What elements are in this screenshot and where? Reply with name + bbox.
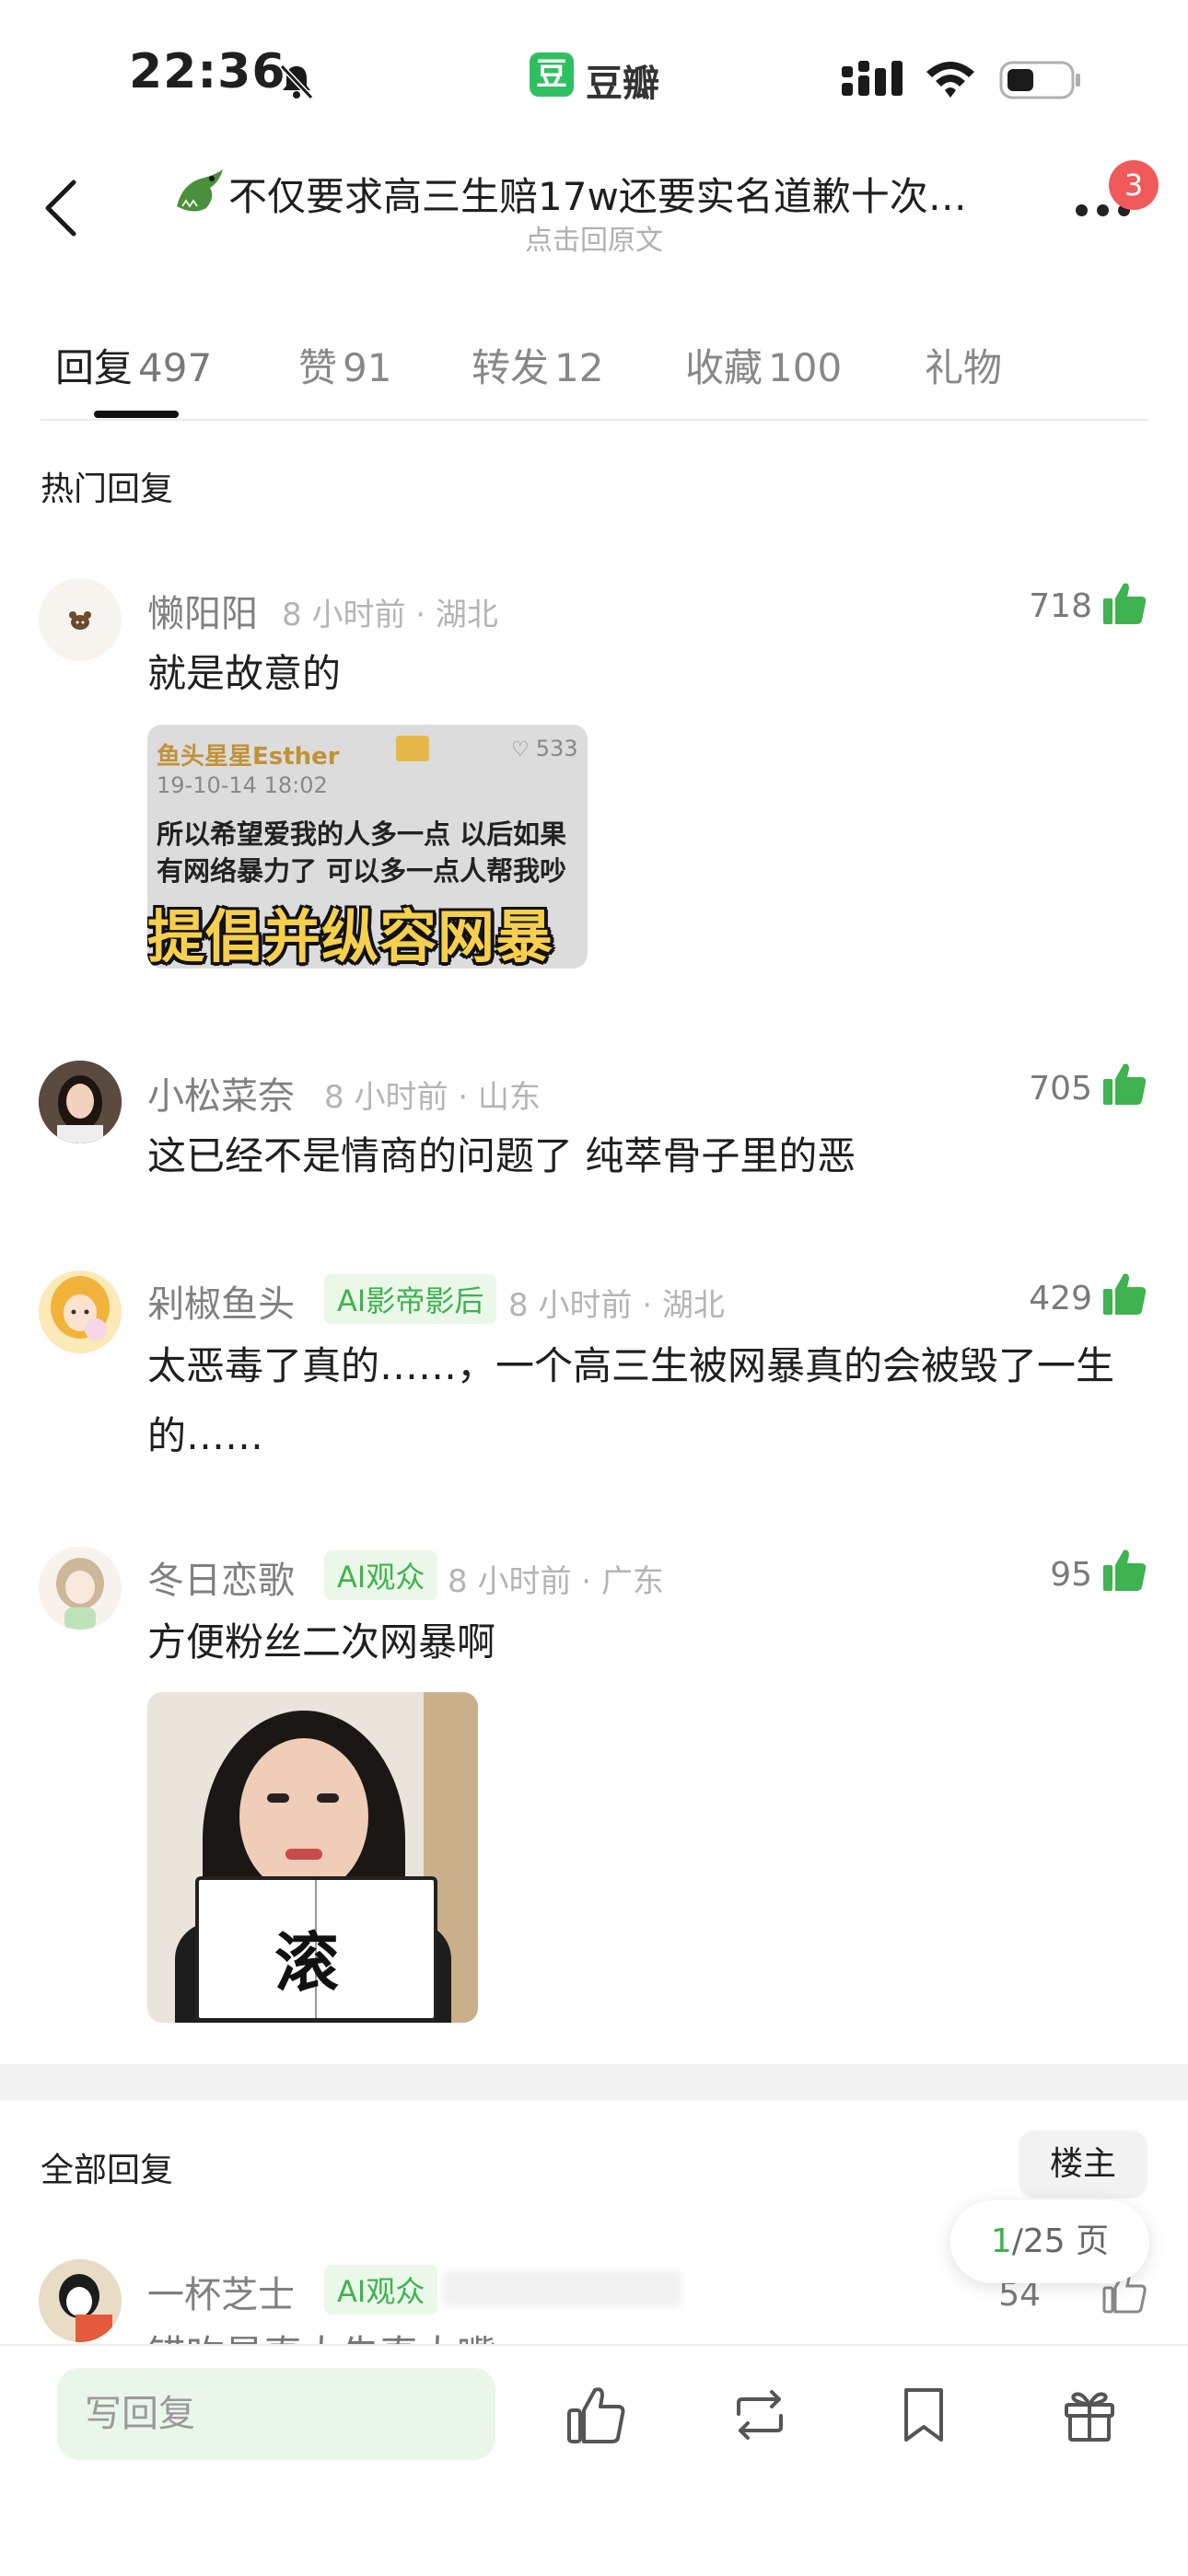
- tab-label: 转发: [472, 345, 550, 390]
- like-count: 429: [1029, 1280, 1092, 1317]
- only-op-button[interactable]: 楼主: [1019, 2130, 1147, 2199]
- tab-replies[interactable]: 回复 497: [55, 337, 212, 393]
- comment-author[interactable]: 一杯芝士: [147, 2265, 295, 2318]
- tab-collections[interactable]: 收藏 100: [685, 337, 842, 393]
- tab-count: 91: [343, 345, 392, 390]
- book: 滚: [195, 1876, 437, 2022]
- comment-meta: 8 小时前 · 广东: [448, 1563, 664, 1600]
- repost-icon[interactable]: [728, 2383, 792, 2447]
- image-text: ♡ 533: [511, 736, 578, 761]
- comment-meta: 8 小时前 · 湖北: [508, 1287, 725, 1324]
- like-count: 718: [1029, 587, 1092, 625]
- notification-badge: 3: [1109, 160, 1159, 210]
- avatar[interactable]: [39, 1271, 122, 1353]
- image-text: 19-10-14 18:02: [157, 772, 328, 798]
- comment-text-partial: 错吹是真大先真大嘴: [147, 2320, 495, 2344]
- tab-label: 收藏: [685, 345, 763, 390]
- thumbs-up-icon[interactable]: [1101, 1547, 1147, 1593]
- blurred-meta: [442, 2270, 681, 2307]
- avatar[interactable]: [39, 2259, 122, 2342]
- active-tab-indicator: [94, 411, 179, 418]
- tab-gifts[interactable]: 礼物: [925, 337, 1002, 393]
- tab-likes[interactable]: 赞 91: [298, 337, 391, 393]
- comment-image-meme[interactable]: 滚: [147, 1692, 478, 2023]
- tab-count: 497: [138, 345, 213, 390]
- divider: [41, 419, 1147, 421]
- like-count: 95: [1050, 1556, 1092, 1594]
- comment-author[interactable]: 剁椒鱼头: [147, 1274, 295, 1328]
- user-title-tag: AI观众: [324, 2265, 438, 2315]
- page-indicator[interactable]: 1/25 页: [950, 2200, 1149, 2283]
- post-title[interactable]: 不仅要求高三生赔17w还要实名道歉十次…: [228, 166, 1020, 222]
- comment-author[interactable]: 冬日恋歌: [147, 1550, 295, 1604]
- image-text: 鱼头星星Esther: [157, 743, 340, 771]
- comment-author[interactable]: 小松菜奈: [147, 1066, 295, 1120]
- cellular-signal-icon: [842, 61, 903, 96]
- avatar[interactable]: [39, 1547, 122, 1630]
- image-text: 所以希望爱我的人多一点 以后如果: [157, 818, 567, 850]
- gift-icon[interactable]: [1057, 2383, 1122, 2447]
- all-replies-title: 全部回复: [41, 2152, 174, 2189]
- crocodile-emoji-icon: [177, 169, 223, 212]
- image-text: 有网络暴力了 可以多一点人帮我吵: [157, 855, 567, 887]
- avatar[interactable]: [39, 578, 122, 661]
- comment-image-screenshot[interactable]: 鱼头星星Esther ♡ 533 19-10-14 18:02 所以希望爱我的人…: [147, 725, 588, 969]
- comment-text: 就是故意的: [147, 651, 342, 696]
- back-to-original-link[interactable]: 点击回原文: [0, 217, 1188, 258]
- image-text: 滚: [274, 1925, 339, 2001]
- status-time: 22:36: [129, 44, 286, 99]
- battery-icon: [999, 61, 1080, 99]
- reply-input[interactable]: [57, 2368, 495, 2460]
- comment-meta: 8 小时前 · 湖北: [282, 597, 498, 633]
- comment-text: 方便粉丝二次网暴啊: [147, 1619, 496, 1665]
- user-title-tag: AI观众: [324, 1550, 438, 1600]
- comment-meta: 8 小时前 · 山东: [324, 1079, 541, 1116]
- tab-reposts[interactable]: 转发 12: [472, 337, 603, 393]
- app-name: 豆瓣: [586, 63, 659, 105]
- verified-badge-icon: [396, 736, 429, 761]
- total-pages: /25 页: [1011, 2222, 1110, 2260]
- tab-label: 礼物: [925, 345, 1003, 390]
- like-count: 705: [1029, 1070, 1092, 1108]
- douban-logo-icon: 豆: [530, 52, 574, 97]
- wifi-icon: [926, 62, 974, 98]
- image-caption: 提倡并纵容网暴: [147, 903, 554, 969]
- tab-count: 12: [554, 345, 604, 390]
- section-separator: [0, 2064, 1188, 2101]
- bookmark-icon[interactable]: [891, 2383, 956, 2447]
- user-title-tag: AI影帝影后: [324, 1274, 497, 1324]
- hot-replies-title: 热门回复: [41, 470, 174, 508]
- muted-bell-icon: [279, 64, 314, 100]
- like-icon[interactable]: [564, 2383, 628, 2447]
- thumbs-up-icon[interactable]: [1101, 1061, 1147, 1107]
- current-page: 1: [990, 2222, 1012, 2260]
- thumbs-up-icon[interactable]: [1101, 1271, 1147, 1317]
- comment-author[interactable]: 懒阳阳: [147, 584, 258, 637]
- tab-label: 赞: [298, 345, 338, 390]
- comment-text: 这已经不是情商的问题了 纯萃骨子里的恶: [147, 1133, 856, 1178]
- thumbs-up-icon[interactable]: [1101, 580, 1147, 626]
- comment-text: 太恶毒了真的……，一个高三生被网暴真的会被毁了一生的……: [147, 1343, 1115, 1458]
- tab-label: 回复: [55, 345, 134, 390]
- tab-count: 100: [768, 345, 843, 390]
- avatar[interactable]: [39, 1061, 122, 1143]
